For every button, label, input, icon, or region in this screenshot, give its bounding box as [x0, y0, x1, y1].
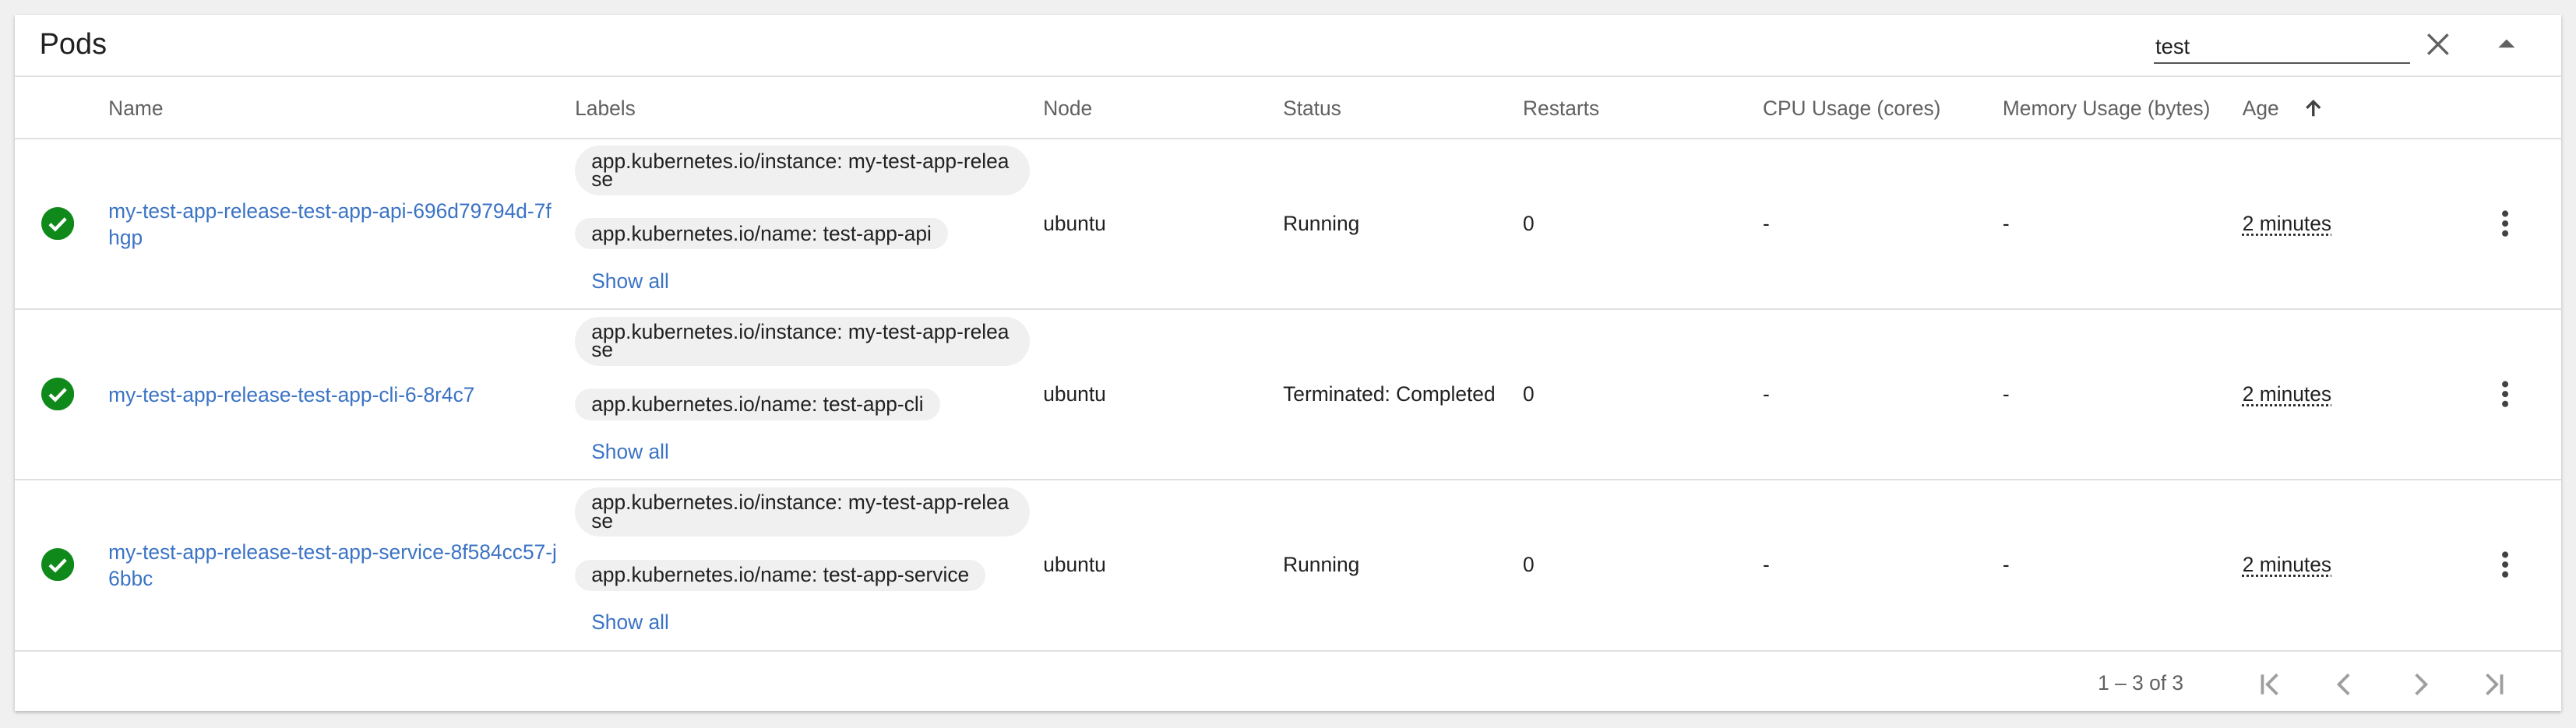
- show-all-labels-link[interactable]: Show all: [591, 440, 669, 464]
- close-icon[interactable]: [2425, 31, 2451, 58]
- check-circle-icon: [41, 206, 74, 240]
- pagination-bar: 1 – 3 of 3: [15, 652, 2561, 711]
- search-input[interactable]: [2153, 31, 2410, 65]
- status-cell: Running: [1283, 553, 1360, 577]
- label-chip: app.kubernetes.io/name: test-app-cli: [575, 389, 940, 420]
- table-header: Name Labels Node Status Restarts CPU Usa…: [14, 77, 2561, 140]
- more-vert-icon[interactable]: [2489, 378, 2521, 410]
- restarts-cell: 0: [1523, 553, 1535, 577]
- table-row: my-test-app-release-test-app-api-696d797…: [14, 139, 2561, 311]
- arrow-drop-up-icon[interactable]: [2493, 31, 2520, 58]
- label-chip: app.kubernetes.io/instance: my-test-app-…: [575, 316, 1031, 366]
- pod-name-link[interactable]: my-test-app-release-test-app-service-8f5…: [108, 540, 562, 593]
- column-header-restarts[interactable]: Restarts: [1523, 97, 1599, 121]
- node-cell: ubuntu: [1043, 553, 1106, 577]
- cpu-cell: -: [1762, 211, 1770, 235]
- label-chip: app.kubernetes.io/instance: my-test-app-…: [575, 146, 1031, 195]
- more-vert-icon[interactable]: [2489, 548, 2521, 581]
- column-header-node[interactable]: Node: [1043, 97, 1092, 121]
- pod-name-link[interactable]: my-test-app-release-test-app-api-696d797…: [108, 199, 562, 251]
- node-cell: ubuntu: [1043, 382, 1106, 406]
- show-all-labels-link[interactable]: Show all: [591, 269, 669, 294]
- first-page-icon[interactable]: [2256, 670, 2285, 699]
- age-cell: 2 minutes: [2242, 382, 2332, 406]
- arrow-upward-icon[interactable]: [2302, 97, 2325, 120]
- restarts-cell: 0: [1523, 211, 1535, 235]
- chevron-left-icon[interactable]: [2330, 670, 2359, 699]
- cpu-cell: -: [1762, 382, 1770, 406]
- card-title: Pods: [39, 27, 107, 61]
- status-cell: Running: [1283, 211, 1360, 235]
- more-vert-icon[interactable]: [2489, 207, 2521, 240]
- column-header-cpu[interactable]: CPU Usage (cores): [1763, 97, 1941, 121]
- show-all-labels-link[interactable]: Show all: [591, 610, 669, 635]
- column-header-memory[interactable]: Memory Usage (bytes): [2003, 97, 2211, 121]
- last-page-icon[interactable]: [2479, 670, 2508, 699]
- memory-cell: -: [2002, 553, 2010, 577]
- label-chip: app.kubernetes.io/name: test-app-api: [575, 218, 948, 250]
- column-header-age[interactable]: Age: [2243, 97, 2279, 121]
- memory-cell: -: [2002, 382, 2010, 406]
- node-cell: ubuntu: [1043, 211, 1106, 235]
- chevron-right-icon[interactable]: [2405, 670, 2435, 699]
- cpu-cell: -: [1762, 553, 1770, 577]
- column-header-labels: Labels: [575, 97, 636, 121]
- label-chip: app.kubernetes.io/name: test-app-service: [575, 559, 986, 591]
- pagination-range: 1 – 3 of 3: [2098, 670, 2184, 695]
- column-header-status[interactable]: Status: [1283, 97, 1341, 121]
- age-cell: 2 minutes: [2242, 211, 2332, 235]
- memory-cell: -: [2002, 211, 2010, 235]
- restarts-cell: 0: [1523, 382, 1535, 406]
- table-row: my-test-app-release-test-app-service-8f5…: [14, 480, 2561, 652]
- column-header-name[interactable]: Name: [108, 97, 163, 121]
- check-circle-icon: [41, 377, 74, 410]
- pods-card: Pods Name Labels Node Status Restarts CP…: [14, 14, 2561, 712]
- table-row: my-test-app-release-test-app-cli-6-8r4c7…: [14, 310, 2561, 481]
- label-chip: app.kubernetes.io/instance: my-test-app-…: [575, 487, 1031, 537]
- pod-name-link[interactable]: my-test-app-release-test-app-cli-6-8r4c7: [108, 382, 562, 409]
- status-cell: Terminated: Completed: [1283, 382, 1496, 406]
- check-circle-icon: [41, 547, 74, 582]
- age-cell: 2 minutes: [2242, 553, 2332, 577]
- card-header: Pods: [14, 15, 2561, 77]
